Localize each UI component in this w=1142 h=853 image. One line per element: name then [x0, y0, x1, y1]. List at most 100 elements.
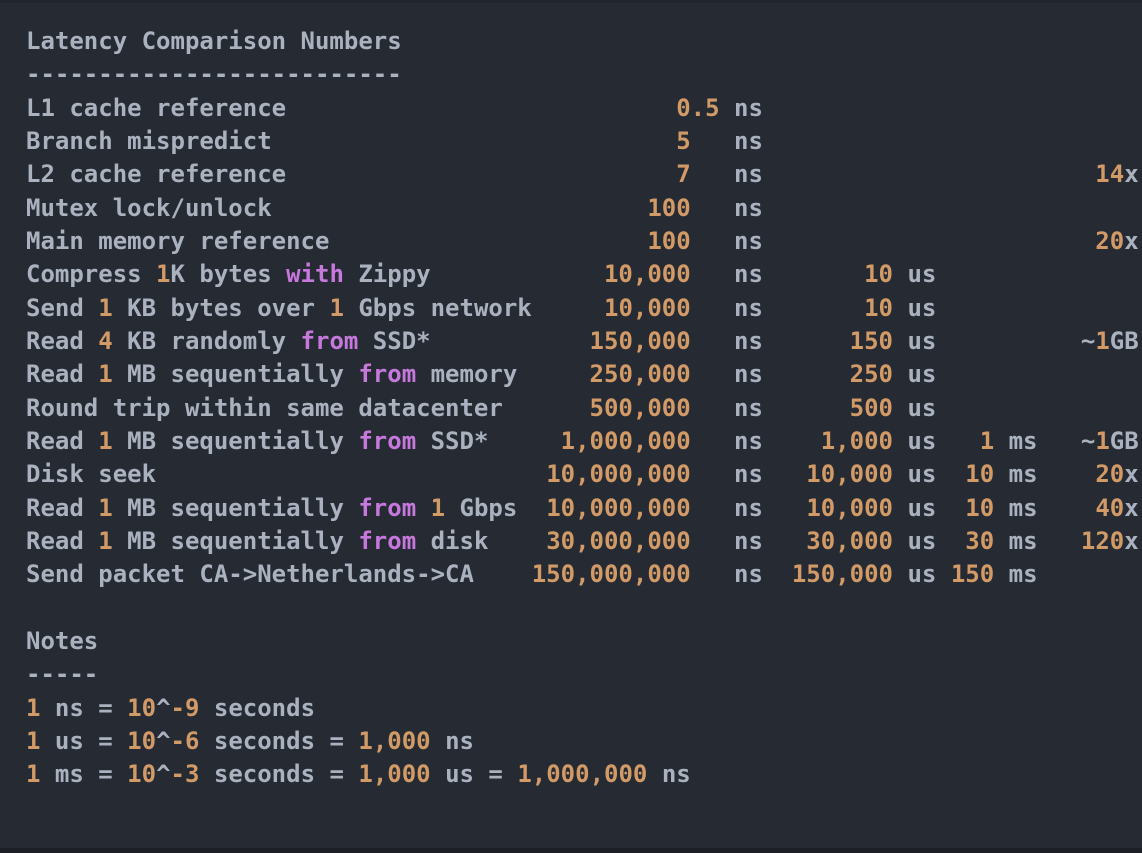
whitespace: [763, 394, 850, 422]
row-disk-seek-text: Disk seek: [26, 460, 156, 488]
row-disk-seek: Disk seek 10,000,000 ns 10,000 us 10 ms …: [26, 458, 1142, 491]
note-us-text: 1,000: [358, 727, 430, 755]
note-us-text: ^: [156, 727, 170, 755]
title-underline: --------------------------: [26, 58, 1142, 91]
row-compress-text: with: [286, 260, 344, 288]
row-read-1mb-disk-text: from: [358, 527, 416, 555]
row-read-1mb-memory-text: 250: [850, 360, 893, 388]
whitespace: [763, 227, 1095, 255]
note-ns-text: seconds: [199, 694, 315, 722]
note-us-text: ns: [431, 727, 474, 755]
row-read-4kb-ssd-text: from: [301, 327, 359, 355]
whitespace: [517, 360, 589, 388]
whitespace: [1038, 460, 1096, 488]
note-ns-text: 10: [127, 694, 156, 722]
row-read-4kb-ssd-text: 4: [98, 327, 112, 355]
row-l2-cache-text: x: [1124, 160, 1138, 188]
row-read-4kb-ssd-text: 150: [850, 327, 893, 355]
notes-heading: Notes: [26, 625, 1142, 658]
row-mutex-text: ns: [691, 194, 763, 222]
row-read-4kb-ssd-text: 1: [1095, 327, 1109, 355]
row-read-1mb-disk: Read 1 MB sequentially from disk 30,000,…: [26, 525, 1142, 558]
row-read-1mb-1gbps-text: 1: [98, 494, 112, 522]
note-us-text: us =: [40, 727, 127, 755]
row-read-4kb-ssd-text: ~: [1081, 327, 1095, 355]
row-l1-cache-text: ns: [720, 94, 763, 122]
notes-heading-text: Notes: [26, 627, 98, 655]
row-read-4kb-ssd-text: 150,000: [590, 327, 691, 355]
row-read-1mb-memory-text: us: [893, 360, 936, 388]
row-branch-mispredict-text: 5: [676, 127, 690, 155]
row-read-1mb-disk-text: x: [1124, 527, 1138, 555]
row-l1-cache-text: L1 cache reference: [26, 94, 286, 122]
whitespace: [431, 260, 604, 288]
row-l2-cache-text: ns: [691, 160, 763, 188]
note-ms-text: ns: [647, 760, 690, 788]
row-read-1mb-disk-text: [1038, 527, 1081, 555]
row-read-1mb-ssd: Read 1 MB sequentially from SSD* 1,000,0…: [26, 425, 1142, 458]
row-read-1mb-disk-text: ns: [691, 527, 763, 555]
row-read-1mb-1gbps-text: 40: [1095, 494, 1124, 522]
note-ms-text: ms =: [40, 760, 127, 788]
row-read-1mb-1gbps-text: 10,000: [806, 494, 893, 522]
row-send-packet-text: 150,000: [792, 560, 893, 588]
whitespace: [532, 294, 604, 322]
row-round-trip-text: 500,000: [590, 394, 691, 422]
row-read-1mb-disk-text: [763, 527, 806, 555]
row-read-4kb-ssd-text: KB randomly: [113, 327, 301, 355]
row-read-1mb-1gbps-text: MB sequentially: [113, 494, 359, 522]
row-read-1mb-1gbps-text: [763, 494, 806, 522]
row-compress-text: Compress: [26, 260, 156, 288]
whitespace: [329, 227, 647, 255]
row-read-1mb-ssd-text: 1,000: [821, 427, 893, 455]
blank-line: [26, 592, 1142, 625]
row-main-memory-text: 20: [1095, 227, 1124, 255]
note-ms-text: ^: [156, 760, 170, 788]
notes-underline-text: -----: [26, 660, 98, 688]
row-read-1mb-ssd-text: ~: [1081, 427, 1095, 455]
note-us: 1 us = 10^-6 seconds = 1,000 ns: [26, 725, 1142, 758]
note-ms-text: 1: [26, 760, 40, 788]
row-read-1mb-disk-text: disk: [416, 527, 488, 555]
row-round-trip-text: us: [893, 394, 936, 422]
row-read-1mb-ssd-text: 1: [98, 427, 112, 455]
row-read-4kb-ssd-text: ns: [691, 327, 763, 355]
row-read-1mb-1gbps-text: ns: [691, 494, 763, 522]
row-l2-cache-text: 7: [676, 160, 690, 188]
whitespace: [763, 260, 864, 288]
row-read-1mb-1gbps-text: us: [893, 494, 936, 522]
row-send-1kb-text: 1: [329, 294, 343, 322]
row-mutex-text: 100: [647, 194, 690, 222]
row-read-1mb-ssd-text: SSD*: [416, 427, 488, 455]
row-disk-seek-text: 20: [1095, 460, 1124, 488]
note-ms-text: seconds =: [199, 760, 358, 788]
row-main-memory-text: ns: [691, 227, 763, 255]
row-read-1mb-ssd-text: GB: [1110, 427, 1139, 455]
whitespace: [503, 394, 590, 422]
row-compress-text: 10,000: [604, 260, 691, 288]
row-read-1mb-1gbps-text: Read: [26, 494, 98, 522]
row-read-1mb-memory-text: MB sequentially: [113, 360, 359, 388]
note-us-text: 1: [26, 727, 40, 755]
row-read-1mb-ssd-text: [936, 427, 979, 455]
note-ms-text: us =: [431, 760, 518, 788]
terminal-text: Latency Comparison Numbers--------------…: [0, 0, 1142, 792]
row-disk-seek-text: ms: [994, 460, 1037, 488]
row-read-1mb-ssd-text: us: [893, 427, 936, 455]
row-send-packet-text: us: [893, 560, 936, 588]
row-read-1mb-ssd-text: MB sequentially: [113, 427, 359, 455]
row-send-1kb-text: 10: [864, 294, 893, 322]
note-ms: 1 ms = 10^-3 seconds = 1,000 us = 1,000,…: [26, 758, 1142, 791]
row-read-4kb-ssd: Read 4 KB randomly from SSD* 150,000 ns …: [26, 325, 1142, 358]
whitespace: [763, 360, 850, 388]
row-read-1mb-disk-text: MB sequentially: [113, 527, 359, 555]
row-read-1mb-1gbps-text: from: [358, 494, 416, 522]
row-read-1mb-ssd-text: 1: [1095, 427, 1109, 455]
row-mutex-text: Mutex lock/unlock: [26, 194, 272, 222]
row-send-1kb-text: ns: [691, 294, 763, 322]
terminal-window: Latency Comparison Numbers--------------…: [0, 0, 1142, 853]
whitespace: [286, 94, 676, 122]
row-send-1kb: Send 1 KB bytes over 1 Gbps network 10,0…: [26, 292, 1142, 325]
row-read-1mb-ssd-text: 1: [980, 427, 994, 455]
row-send-1kb-text: KB bytes over: [113, 294, 330, 322]
